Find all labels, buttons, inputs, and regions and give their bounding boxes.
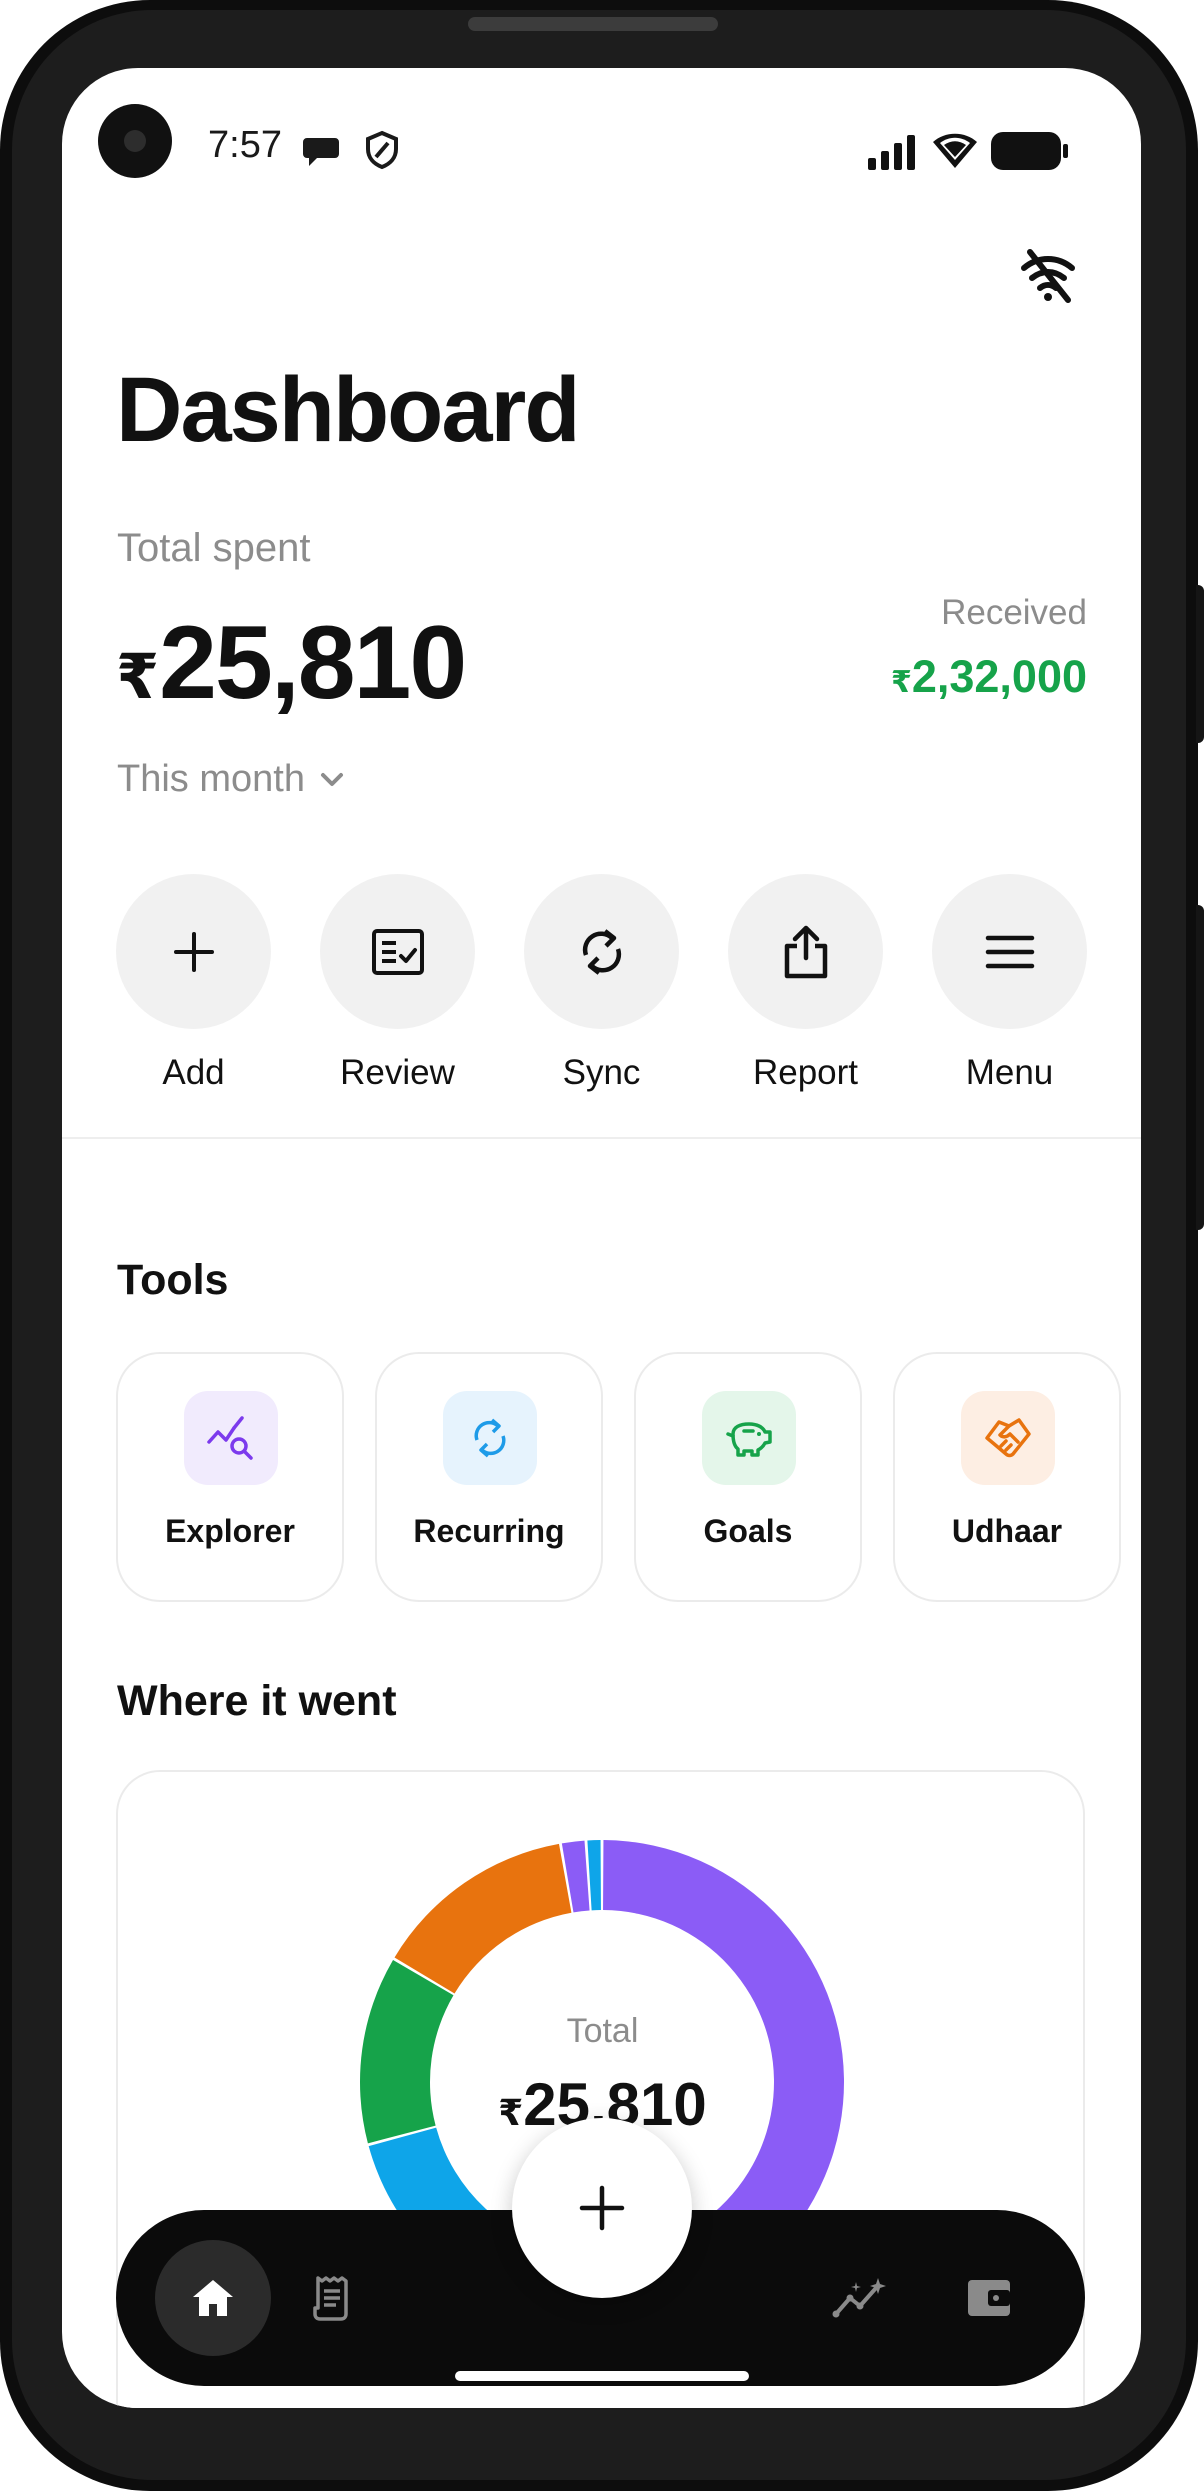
status-time: 7:57	[208, 124, 282, 166]
menu-action-button[interactable]: Menu	[932, 874, 1087, 1093]
tool-label: Explorer	[165, 1513, 295, 1549]
donut-slice-3[interactable]	[394, 1843, 572, 1994]
currency-symbol: ₹	[498, 2092, 524, 2133]
period-selector[interactable]: This month	[117, 758, 345, 801]
wallet-icon	[968, 2280, 1010, 2316]
volume-button	[1196, 585, 1204, 743]
nav-transactions[interactable]	[274, 2240, 390, 2356]
phone-device: 7:57 Dashboard Total spent ₹25,810 Recei…	[0, 0, 1204, 2491]
sync-action-circle[interactable]	[524, 874, 679, 1029]
repeat-icon	[474, 1418, 506, 1458]
signal-icon	[868, 135, 915, 170]
report-action-circle[interactable]	[728, 874, 883, 1029]
tool-goals[interactable]: Goals	[634, 1352, 862, 1602]
app-screen: 7:57 Dashboard Total spent ₹25,810 Recei…	[62, 68, 1141, 2408]
currency-symbol: ₹	[890, 666, 912, 699]
received-amount: ₹2,32,000	[891, 651, 1087, 703]
review-action-button[interactable]: Review	[320, 874, 475, 1093]
nav-insights[interactable]	[802, 2240, 918, 2356]
tool-recurring[interactable]: Recurring	[375, 1352, 603, 1602]
review-checklist-icon	[371, 928, 424, 975]
home-indicator	[455, 2371, 749, 2381]
period-label: This month	[117, 758, 305, 800]
tool-label: Recurring	[413, 1513, 565, 1549]
tool-icon-box	[961, 1391, 1055, 1485]
plus-icon	[579, 2185, 625, 2231]
handshake-icon	[985, 1418, 1031, 1458]
chevron-down-icon	[320, 772, 343, 786]
tool-udhaar[interactable]: Udhaar	[893, 1352, 1121, 1602]
battery-icon	[991, 132, 1068, 170]
tool-icon-box	[443, 1391, 537, 1485]
tool-icon-box	[184, 1391, 278, 1485]
tool-label: Udhaar	[951, 1513, 1063, 1549]
nav-home[interactable]	[155, 2240, 271, 2356]
add-action-button[interactable]: Add	[116, 874, 271, 1093]
home-icon	[193, 2280, 233, 2316]
tools-title: Tools	[117, 1256, 229, 1304]
received-label: Received	[941, 593, 1087, 632]
action-label: Menu	[965, 1053, 1054, 1092]
tool-explorer[interactable]: Explorer	[116, 1352, 344, 1602]
action-label: Add	[162, 1053, 225, 1092]
action-label: Report	[752, 1053, 859, 1092]
add-action-circle[interactable]	[116, 874, 271, 1029]
insights-sparkle-icon	[832, 2278, 886, 2318]
review-action-circle[interactable]	[320, 874, 475, 1029]
section-divider	[62, 1137, 1141, 1139]
wifi-off-icon[interactable]	[1018, 248, 1078, 304]
donut-slice-5[interactable]	[587, 1840, 601, 1911]
currency-symbol: ₹	[116, 643, 159, 712]
plus-icon	[173, 931, 214, 972]
donut-center-label: Total	[566, 2012, 639, 2050]
action-label: Sync	[562, 1053, 641, 1092]
sync-action-button[interactable]: Sync	[524, 874, 679, 1093]
sync-icon	[582, 928, 621, 975]
tool-label: Goals	[703, 1513, 793, 1549]
total-spent-value: 25,810	[159, 605, 467, 721]
received-value: 2,32,000	[911, 651, 1087, 702]
nav-wallet[interactable]	[931, 2240, 1047, 2356]
receipt-icon	[313, 2276, 348, 2321]
share-upload-icon	[784, 925, 827, 978]
page-title: Dashboard	[116, 359, 581, 461]
total-spent-amount: ₹25,810	[116, 611, 467, 715]
piggy-bank-icon	[726, 1422, 772, 1457]
wifi-icon	[933, 133, 977, 168]
report-action-button[interactable]: Report	[728, 874, 883, 1093]
front-camera	[98, 104, 172, 178]
add-transaction-fab[interactable]	[512, 2118, 692, 2298]
tool-icon-box	[702, 1391, 796, 1485]
chart-search-icon	[207, 1416, 253, 1460]
total-spent-label: Total spent	[117, 526, 311, 570]
action-label: Review	[340, 1053, 455, 1092]
menu-icon	[985, 935, 1034, 968]
power-button	[1196, 905, 1204, 1230]
chat-bubble-icon	[303, 138, 339, 166]
breakdown-title: Where it went	[117, 1677, 397, 1725]
menu-action-circle[interactable]	[932, 874, 1087, 1029]
speaker-grille	[468, 17, 718, 31]
shield-icon	[366, 130, 398, 170]
